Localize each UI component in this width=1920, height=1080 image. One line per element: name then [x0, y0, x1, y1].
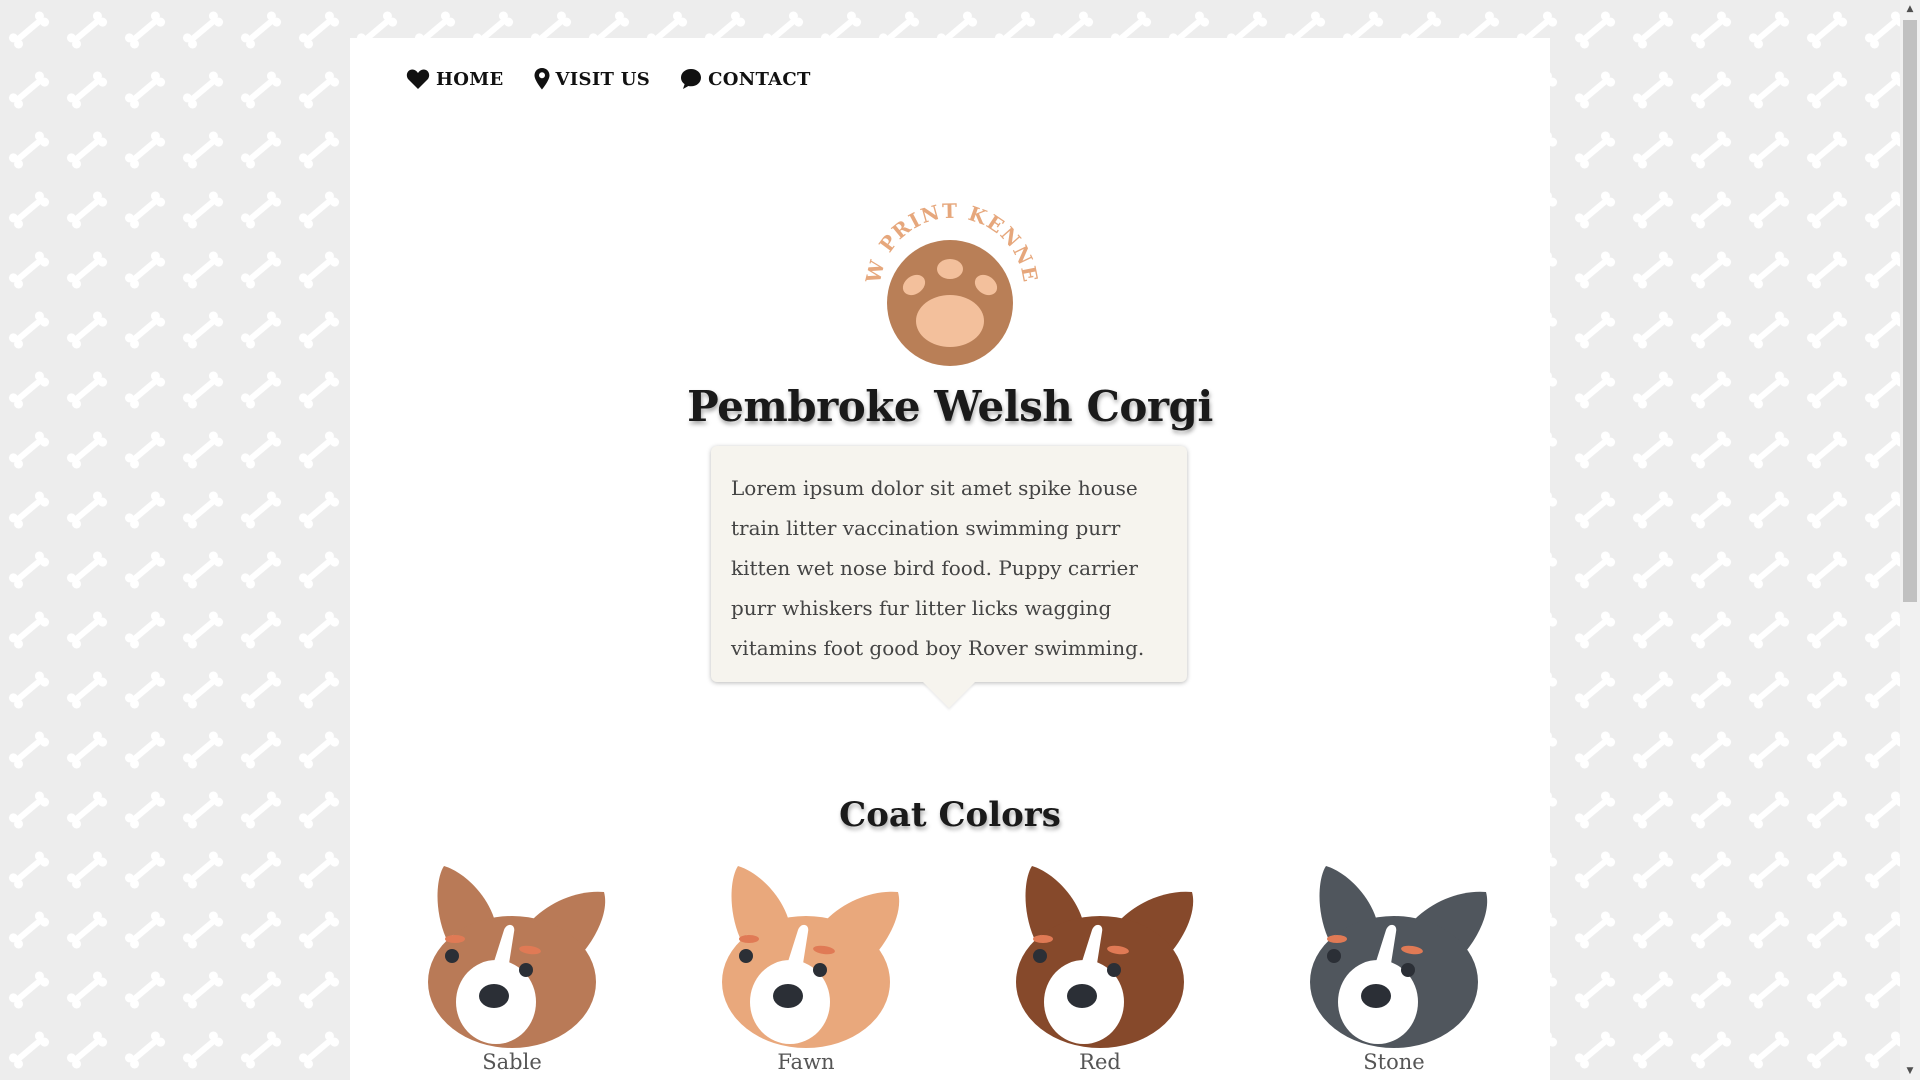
scroll-down-arrow-icon[interactable]: ▼: [1900, 1062, 1920, 1080]
coat-color-label: Red: [1079, 1050, 1121, 1074]
description-bubble: Lorem ipsum dolor sit amet spike house t…: [711, 446, 1187, 682]
coat-color-card-fawn: Fawn: [706, 860, 906, 1074]
paw-print-icon: PAW PRINT KENNELS: [849, 149, 1041, 366]
page-title: Pembroke Welsh Corgi: [687, 382, 1213, 431]
scrollbar-thumb[interactable]: [1903, 20, 1917, 602]
coat-color-label: Stone: [1363, 1050, 1425, 1074]
corgi-face-icon: [722, 866, 900, 1048]
nav-contact[interactable]: CONTACT: [680, 68, 811, 90]
coat-colors-title: Coat Colors: [839, 795, 1061, 835]
description-text: Lorem ipsum dolor sit amet spike house t…: [731, 476, 1145, 660]
chat-bubble-icon: [681, 69, 702, 89]
bubble-tail: [923, 682, 975, 708]
coat-color-label: Fawn: [777, 1050, 835, 1074]
map-pin-icon: [534, 68, 550, 90]
coat-colors-grid: Sable Fawn Red Stone: [350, 860, 1550, 1080]
scrollbar[interactable]: ▲ ▼: [1900, 0, 1920, 1080]
coat-color-card-sable: Sable: [412, 860, 612, 1074]
nav-home-label: HOME: [436, 68, 504, 90]
nav-home[interactable]: HOME: [406, 68, 504, 90]
scroll-up-arrow-icon[interactable]: ▲: [1900, 0, 1920, 18]
heart-icon: [406, 69, 430, 89]
nav-visit-us-label: VISIT US: [555, 68, 651, 90]
corgi-face-icon: [1310, 866, 1488, 1048]
nav-contact-label: CONTACT: [708, 68, 811, 90]
page-container: HOME VISIT US CONTACT PAW PRINT KENNELS: [350, 38, 1550, 1080]
nav-visit-us[interactable]: VISIT US: [534, 68, 651, 90]
main-nav: HOME VISIT US CONTACT: [406, 68, 811, 90]
coat-color-card-red: Red: [1000, 860, 1200, 1074]
coat-color-card-stone: Stone: [1294, 860, 1494, 1074]
corgi-face-icon: [1016, 866, 1194, 1048]
corgi-face-icon: [428, 866, 606, 1048]
coat-color-label: Sable: [482, 1050, 542, 1074]
logo[interactable]: PAW PRINT KENNELS: [849, 149, 1042, 368]
